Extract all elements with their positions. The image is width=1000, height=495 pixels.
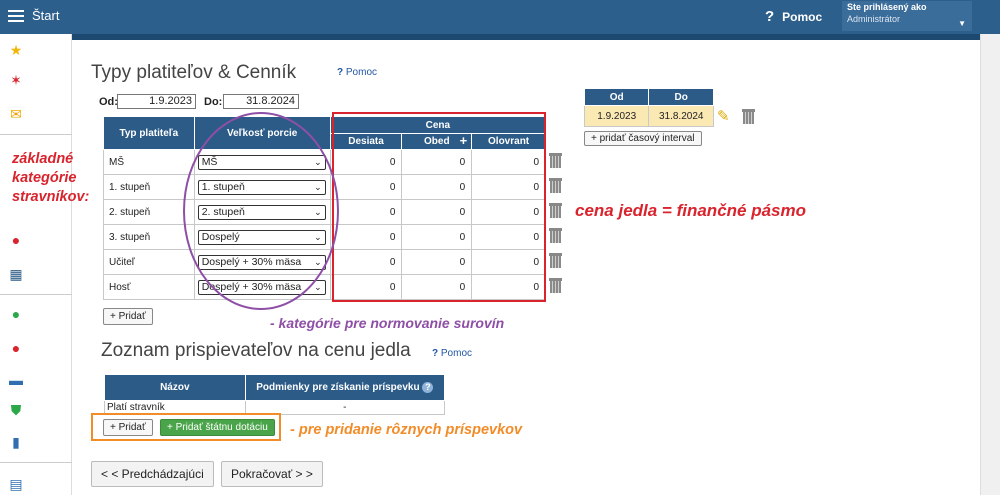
payer-type-cell: 3. stupeň xyxy=(103,224,195,250)
contrib-title: Zoznam prispievateľov na cenu jedla xyxy=(101,340,411,361)
next-button[interactable]: Pokračovať > > xyxy=(221,461,323,487)
user-menu[interactable]: Ste prihlásený ako Administrátor ▼ xyxy=(842,1,972,31)
book-icon[interactable]: ▤ xyxy=(8,476,24,492)
help-label: Pomoc xyxy=(782,10,823,24)
do-label: Do: xyxy=(204,96,223,108)
price-highlight-box xyxy=(332,112,546,302)
add-state-subsidy-button[interactable]: + Pridať štátnu dotáciu xyxy=(160,419,275,436)
user-caption: Ste prihlásený ako xyxy=(847,2,927,12)
wand-icon[interactable]: ✶ xyxy=(8,72,24,88)
trash-icon[interactable] xyxy=(549,228,562,243)
col-header-od: Od xyxy=(583,88,650,106)
contrib-help-link[interactable]: ? Pomoc xyxy=(432,348,472,359)
sidebar-divider xyxy=(0,294,72,295)
user-icon[interactable]: ● xyxy=(8,232,24,248)
help-link[interactable]: ? Pomoc xyxy=(765,8,822,25)
trash-icon[interactable] xyxy=(549,278,562,293)
payer-type-cell: 2. stupeň xyxy=(103,199,195,225)
trash-icon[interactable] xyxy=(549,203,562,218)
trash-icon[interactable] xyxy=(549,253,562,268)
check-icon[interactable]: ● xyxy=(8,306,24,322)
add-contributor-button[interactable]: + Pridať xyxy=(103,419,153,436)
annotation-price: cena jedla = finančné pásmo xyxy=(575,201,807,220)
payer-type-cell: 1. stupeň xyxy=(103,174,195,200)
interval-do-value[interactable]: 31.8.2024 xyxy=(648,105,714,127)
page-title: Typy platiteľov & Cenník xyxy=(91,62,297,83)
info-icon[interactable]: ? xyxy=(422,382,434,393)
scrollbar[interactable] xyxy=(980,34,1000,495)
trash-icon[interactable] xyxy=(549,178,562,193)
annotation-contrib: - pre pridanie rôznych príspevkov xyxy=(290,422,523,438)
user-name: Administrátor xyxy=(847,14,901,24)
help-icon: ? xyxy=(337,67,346,78)
payer-type-cell: Hosť xyxy=(103,274,195,300)
portion-highlight-oval xyxy=(183,112,339,310)
help-icon: ? xyxy=(765,8,775,25)
add-payer-button[interactable]: + Pridať xyxy=(103,308,153,325)
chevron-down-icon: ▼ xyxy=(958,19,966,28)
chart-icon[interactable]: ▮ xyxy=(8,434,24,450)
help-icon: ? xyxy=(432,348,441,359)
calendar-icon[interactable]: ▦ xyxy=(8,266,24,282)
chevron-down-icon: ⌄ xyxy=(314,281,322,292)
col-header-conditions-label: Podmienky pre získanie príspevku xyxy=(256,382,420,393)
payer-type-cell: MŠ xyxy=(103,149,195,175)
od-date-field[interactable]: 1.9.2023 xyxy=(117,94,196,109)
col-header-type: Typ platiteľa xyxy=(103,116,195,150)
od-label: Od: xyxy=(99,96,118,108)
menu-icon[interactable] xyxy=(8,10,24,22)
contrib-table: Názov Podmienky pre získanie príspevku ?… xyxy=(104,374,446,415)
trash-icon[interactable] xyxy=(742,109,755,124)
contrib-help-label: Pomoc xyxy=(440,348,473,359)
col-header-do: Do xyxy=(648,88,714,106)
sidebar-divider xyxy=(0,134,72,135)
annotation-norms: - kategórie pre normovanie surovín xyxy=(270,315,505,331)
badge-icon[interactable]: ● xyxy=(8,340,24,356)
col-header-conditions: Podmienky pre získanie príspevku ? xyxy=(244,374,446,401)
mail-icon[interactable]: ✉ xyxy=(8,106,24,122)
header-strip xyxy=(72,34,980,40)
interval-table: Od Do 1.9.2023 31.8.2024 xyxy=(583,88,714,127)
do-date-field[interactable]: 31.8.2024 xyxy=(223,94,299,109)
col-header-name: Názov xyxy=(104,374,246,401)
page-help-link[interactable]: ? Pomoc xyxy=(337,67,377,78)
annotation-categories: základné kategórie stravníkov: xyxy=(12,151,90,205)
sidebar-divider xyxy=(0,462,72,463)
shield-icon[interactable]: ⛊ xyxy=(8,402,24,418)
star-icon[interactable]: ★ xyxy=(8,42,24,58)
previous-button[interactable]: < < Predchádzajúci xyxy=(91,461,214,487)
page-help-label: Pomoc xyxy=(345,67,378,78)
add-interval-button[interactable]: + pridať časový interval xyxy=(584,131,702,146)
pencil-icon[interactable]: ✎ xyxy=(717,107,730,125)
payer-type-cell: Učiteľ xyxy=(103,249,195,275)
app-title[interactable]: Štart xyxy=(32,8,59,23)
briefcase-icon[interactable]: ▬ xyxy=(8,372,24,388)
trash-icon[interactable] xyxy=(549,153,562,168)
sidebar: ★ ✶ ✉ ● ▦ ● ● ▬ ⛊ ▮ ▤ xyxy=(0,34,72,495)
top-bar: Štart ? Pomoc Ste prihlásený ako Administ… xyxy=(0,0,1000,34)
interval-od-value[interactable]: 1.9.2023 xyxy=(583,105,650,127)
